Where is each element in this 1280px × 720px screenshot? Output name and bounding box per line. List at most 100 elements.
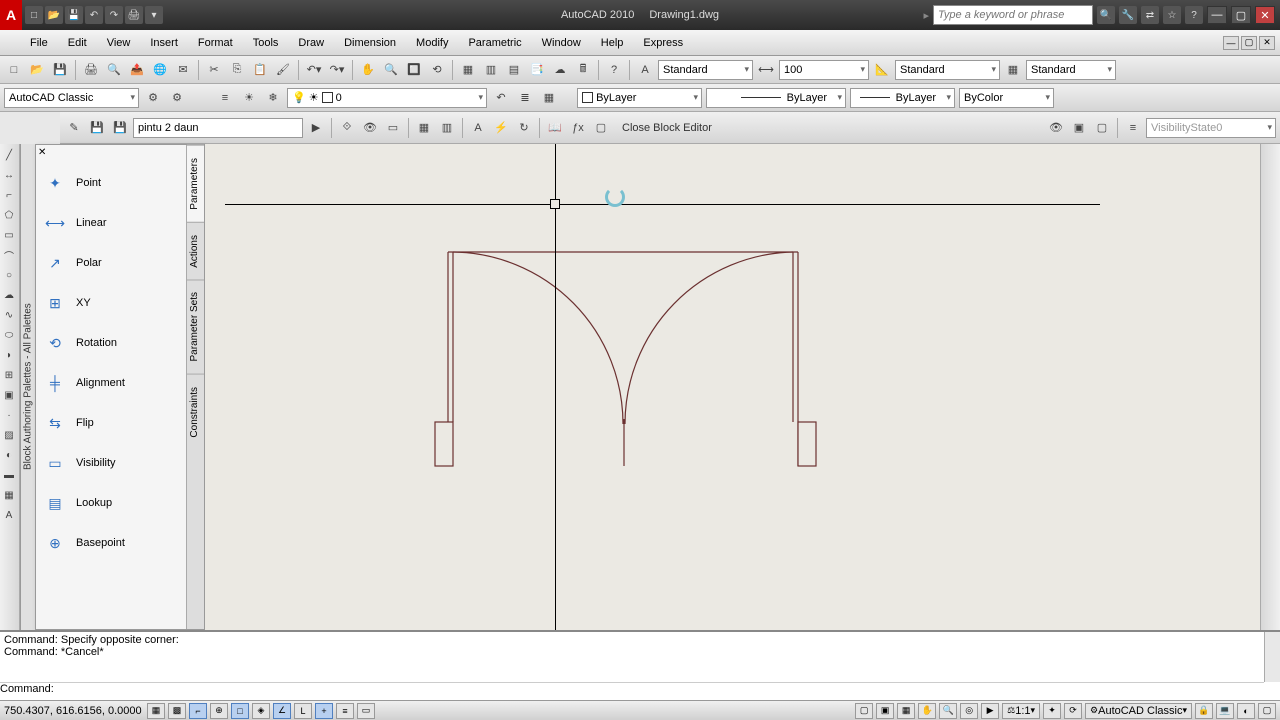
palette-rotation[interactable]: ⟲Rotation: [36, 323, 186, 363]
open-icon[interactable]: 📂: [45, 6, 63, 24]
doc-close-button[interactable]: ✕: [1259, 36, 1275, 50]
menu-draw[interactable]: Draw: [288, 33, 334, 53]
palette-point[interactable]: ✦Point: [36, 163, 186, 203]
palette-flip[interactable]: ⇆Flip: [36, 403, 186, 443]
palette-alignment[interactable]: ╪Alignment: [36, 363, 186, 403]
preview-btn[interactable]: 🔍: [104, 60, 124, 80]
dim-style-dropdown[interactable]: Standard: [895, 60, 1000, 80]
quickview-dwg-btn[interactable]: ▦: [897, 703, 915, 719]
xline-icon[interactable]: ↔: [0, 166, 18, 184]
layer-prev-icon[interactable]: ↶: [491, 88, 511, 108]
rect-icon[interactable]: ▭: [0, 226, 18, 244]
block-name-input[interactable]: [133, 118, 303, 138]
point-icon[interactable]: ·: [0, 406, 18, 424]
palette-visibility[interactable]: ▭Visibility: [36, 443, 186, 483]
vis-mode-icon[interactable]: ▢: [591, 118, 611, 138]
menu-help[interactable]: Help: [591, 33, 634, 53]
polar-toggle[interactable]: ⊕: [210, 703, 228, 719]
layer-iso-icon[interactable]: ▦: [539, 88, 559, 108]
zoom-prev-btn[interactable]: ⟲: [427, 60, 447, 80]
region-icon[interactable]: ▬: [0, 466, 18, 484]
paste-btn[interactable]: 📋: [250, 60, 270, 80]
text-style-dropdown[interactable]: Standard: [658, 60, 753, 80]
saveas-block-icon[interactable]: 💾: [110, 118, 130, 138]
tool-palette-btn[interactable]: ▤: [504, 60, 524, 80]
menu-insert[interactable]: Insert: [140, 33, 188, 53]
ws-save-icon[interactable]: ⚙: [167, 88, 187, 108]
layer-freeze-icon[interactable]: ❄: [263, 88, 283, 108]
3dosnap-toggle[interactable]: ◈: [252, 703, 270, 719]
qcalc-btn[interactable]: 🖩: [573, 60, 593, 80]
ssm-btn[interactable]: 📑: [527, 60, 547, 80]
qat-dropdown-icon[interactable]: ▾: [145, 6, 163, 24]
menu-parametric[interactable]: Parametric: [458, 33, 531, 53]
ortho-toggle[interactable]: ⌐: [189, 703, 207, 719]
close-button[interactable]: ✕: [1255, 6, 1275, 24]
menu-edit[interactable]: Edit: [58, 33, 97, 53]
props-btn[interactable]: ▦: [458, 60, 478, 80]
ws-settings-icon[interactable]: ⚙: [143, 88, 163, 108]
markup-btn[interactable]: ☁: [550, 60, 570, 80]
ellipse-arc-icon[interactable]: ◗: [0, 346, 18, 364]
print-icon[interactable]: 🖨: [125, 6, 143, 24]
text-style-icon[interactable]: A: [635, 60, 655, 80]
tab-parameters[interactable]: Parameters: [187, 145, 204, 222]
pan-status-icon[interactable]: ✋: [918, 703, 936, 719]
coordinate-display[interactable]: 750.4307, 616.6156, 0.0000: [4, 705, 144, 717]
model-space-btn[interactable]: ▢: [855, 703, 873, 719]
key-icon[interactable]: 🔧: [1119, 6, 1137, 24]
menu-format[interactable]: Format: [188, 33, 243, 53]
match-btn[interactable]: 🖌: [273, 60, 293, 80]
tab-constraints[interactable]: Constraints: [187, 374, 204, 450]
isolate-icon[interactable]: ◐: [1237, 703, 1255, 719]
table-style-dropdown[interactable]: Standard: [1026, 60, 1116, 80]
anno-vis-icon[interactable]: ✦: [1043, 703, 1061, 719]
attr-def-icon[interactable]: A: [468, 118, 488, 138]
redo-btn[interactable]: ↷▾: [327, 60, 347, 80]
arc-icon[interactable]: ⌒: [0, 246, 18, 264]
dyn-toggle[interactable]: +: [315, 703, 333, 719]
revcloud-icon[interactable]: ☁: [0, 286, 18, 304]
test-block-icon[interactable]: ▶: [306, 118, 326, 138]
vis-show-icon[interactable]: ▣: [1069, 118, 1089, 138]
wheel-status-icon[interactable]: ◎: [960, 703, 978, 719]
palette-title-strip[interactable]: Block Authoring Palettes - All Palettes: [20, 144, 35, 630]
binoculars-icon[interactable]: 🔍: [1097, 6, 1115, 24]
copy-btn[interactable]: ⎘: [227, 60, 247, 80]
update-icon[interactable]: ↻: [514, 118, 534, 138]
edit-block-icon[interactable]: ✎: [64, 118, 84, 138]
redo-icon[interactable]: ↷: [105, 6, 123, 24]
osnap-toggle[interactable]: □: [231, 703, 249, 719]
ducs-toggle[interactable]: L: [294, 703, 312, 719]
line-icon[interactable]: ╱: [0, 146, 18, 164]
workspace-status-dropdown[interactable]: ⚙ AutoCAD Classic ▾: [1085, 703, 1192, 719]
etransmit-btn[interactable]: ✉: [173, 60, 193, 80]
palette-close-icon[interactable]: ✕: [38, 147, 50, 159]
mtext-icon[interactable]: A: [0, 506, 18, 524]
layer-dropdown[interactable]: 💡☀ 0: [287, 88, 487, 108]
cmd-prompt[interactable]: Command:: [0, 683, 1264, 695]
new-btn[interactable]: □: [4, 60, 24, 80]
showmotion-icon[interactable]: ▶: [981, 703, 999, 719]
layer-state-icon[interactable]: ☀: [239, 88, 259, 108]
fx-icon[interactable]: ƒx: [568, 118, 588, 138]
plot-btn[interactable]: 🖨: [81, 60, 101, 80]
pline-icon[interactable]: ⌐: [0, 186, 18, 204]
quickview-layouts-btn[interactable]: ▣: [876, 703, 894, 719]
polygon-icon[interactable]: ⬠: [0, 206, 18, 224]
visibility-state-dropdown[interactable]: VisibilityState0: [1146, 118, 1276, 138]
snap-toggle[interactable]: ▦: [147, 703, 165, 719]
search-input[interactable]: [933, 5, 1093, 25]
lwt-toggle[interactable]: ≡: [336, 703, 354, 719]
tab-parameter-sets[interactable]: Parameter Sets: [187, 279, 204, 373]
layer-props-icon[interactable]: ≡: [215, 88, 235, 108]
menu-tools[interactable]: Tools: [243, 33, 289, 53]
publish-btn[interactable]: 📤: [127, 60, 147, 80]
menu-window[interactable]: Window: [532, 33, 591, 53]
make-block-icon[interactable]: ▣: [0, 386, 18, 404]
dim-scale-dropdown[interactable]: 100: [779, 60, 869, 80]
clean-screen-icon[interactable]: ▢: [1258, 703, 1276, 719]
star-icon[interactable]: ☆: [1163, 6, 1181, 24]
dc-btn[interactable]: ▥: [481, 60, 501, 80]
gradient-icon[interactable]: ◐: [0, 446, 18, 464]
